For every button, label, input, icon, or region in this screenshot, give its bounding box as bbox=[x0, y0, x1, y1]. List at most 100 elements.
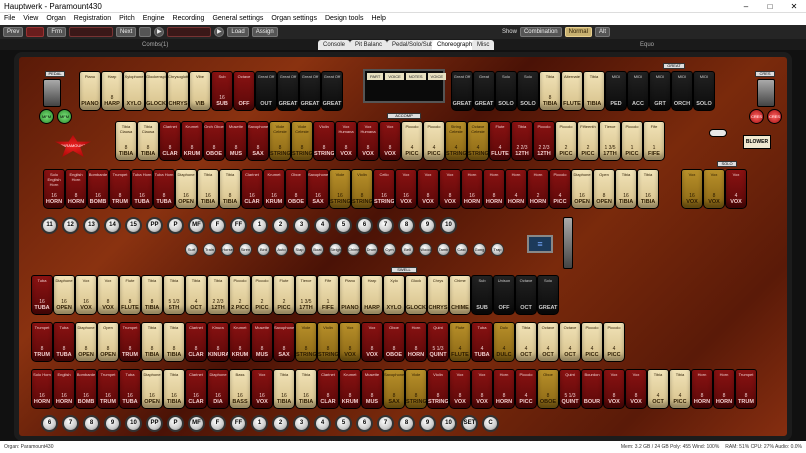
stop-tab[interactable]: Tibia 4 PICC bbox=[669, 369, 691, 409]
stop-tab[interactable]: Glock GLOCK bbox=[405, 275, 427, 315]
piston-button[interactable]: 8 bbox=[83, 415, 100, 432]
stop-tab[interactable]: Clarinet 8 CLAR bbox=[159, 121, 181, 161]
stop-tab[interactable]: Violin 8 STRING bbox=[317, 322, 339, 362]
combination-button[interactable]: Combination bbox=[519, 27, 562, 37]
stop-tab[interactable]: Tibia 5 1/3 5TH bbox=[163, 275, 185, 315]
piston-button[interactable]: 5 bbox=[335, 415, 352, 432]
stop-tab[interactable]: Tuba 4 TUBA bbox=[471, 322, 493, 362]
toe-stud[interactable]: Wood bbox=[419, 243, 432, 256]
piston-button[interactable]: 5 bbox=[335, 217, 352, 234]
toe-stud[interactable]: Sleigh bbox=[329, 243, 342, 256]
stop-tab[interactable]: Trumpet 8 TRUM bbox=[31, 322, 53, 362]
piston-button[interactable]: 1 bbox=[251, 217, 268, 234]
stop-tab[interactable]: Orch Oboe 8 OBOE bbox=[203, 121, 225, 161]
stop-tab[interactable]: Vox 8 VOX bbox=[379, 121, 401, 161]
stop-tab[interactable]: Vox 16 VOX bbox=[395, 169, 417, 209]
piston-button[interactable]: MF bbox=[188, 217, 205, 234]
crescendo-shoe[interactable] bbox=[757, 79, 775, 107]
piston-button[interactable]: FF bbox=[230, 415, 247, 432]
stop-tab[interactable]: Tibia Clausa 8 TIBIA bbox=[115, 121, 137, 161]
stop-tab[interactable]: Saxophone 8 SAX bbox=[273, 322, 295, 362]
stop-tab[interactable]: Clarinet 16 CLAR bbox=[185, 369, 207, 409]
piston-button[interactable]: SET bbox=[461, 415, 478, 432]
stop-tab[interactable]: Great Off GREAT bbox=[277, 71, 299, 111]
piston-button[interactable]: 11 bbox=[41, 217, 58, 234]
stop-tab[interactable]: Quint 5 1/3 QUINT bbox=[559, 369, 581, 409]
piston-button[interactable]: 3 bbox=[293, 415, 310, 432]
menu-item[interactable]: Recording bbox=[169, 13, 209, 25]
stop-tab[interactable]: Tibia 8 TIBIA bbox=[539, 71, 561, 111]
piston-button[interactable]: 2 bbox=[272, 217, 289, 234]
stop-tab[interactable]: Musette 8 MUS bbox=[361, 369, 383, 409]
stop-tab[interactable]: Horn 4 HORN bbox=[505, 169, 527, 209]
stop-tab[interactable]: Tuba Horn 8 TUBA bbox=[153, 169, 175, 209]
stop-tab[interactable]: Flute 2 PICC bbox=[273, 275, 295, 315]
stop-tab[interactable]: Tibia 8 TIBIA bbox=[219, 169, 241, 209]
stop-tab[interactable]: Tibia 16 TIBIA bbox=[163, 369, 185, 409]
stop-tab[interactable]: Vox 8 VOX bbox=[449, 369, 471, 409]
close-icon[interactable]: ✕ bbox=[782, 0, 806, 12]
load-button[interactable]: Load bbox=[227, 27, 249, 37]
stop-tab[interactable]: Bass 16 BASS bbox=[229, 369, 251, 409]
menu-item[interactable]: Engine bbox=[139, 13, 169, 25]
expression-shoe[interactable] bbox=[43, 79, 61, 107]
stop-tab[interactable]: Tierce 1 3/5 17TH bbox=[599, 121, 621, 161]
stop-tab[interactable]: Vox 8 VOX bbox=[471, 369, 493, 409]
stop-tab[interactable]: Piccolo 2 2/3 12TH bbox=[533, 121, 555, 161]
mfm-button-2[interactable]: MFM bbox=[57, 109, 72, 124]
stop-tab[interactable]: Tuba 16 TUBA bbox=[119, 369, 141, 409]
stop-tab[interactable]: Solo GREAT bbox=[537, 275, 559, 315]
stop-tab[interactable]: Piccolo 2 2 PICC bbox=[229, 275, 251, 315]
stop-tab[interactable]: Saxophone 8 SAX bbox=[383, 369, 405, 409]
stop-tab[interactable]: Solo SOLO bbox=[495, 71, 517, 111]
menu-item[interactable]: Registration bbox=[70, 13, 115, 25]
stop-tab[interactable]: Vox 8 VOX bbox=[361, 322, 383, 362]
stop-tab[interactable]: Vox 8 VOX bbox=[603, 369, 625, 409]
stop-tab[interactable]: Tibia TIBIA bbox=[583, 71, 605, 111]
stop-tab[interactable]: Great Off GREAT bbox=[299, 71, 321, 111]
stop-tab[interactable]: Bourdon BOUR bbox=[581, 369, 603, 409]
stop-tab[interactable]: Diaphone 16 OPEN bbox=[175, 169, 197, 209]
piston-button[interactable]: 10 bbox=[440, 217, 457, 234]
cres-button-2[interactable]: CRES bbox=[767, 109, 782, 124]
stop-tab[interactable]: Vox 16 VOX bbox=[251, 369, 273, 409]
toe-stud[interactable]: Boat bbox=[311, 243, 324, 256]
stop-tab[interactable]: Vox 16 VOX bbox=[75, 275, 97, 315]
combination-field[interactable] bbox=[69, 27, 114, 37]
stop-tab[interactable]: MIDI ACC bbox=[627, 71, 649, 111]
stop-tab[interactable]: MIDI PED bbox=[605, 71, 627, 111]
swell-indicator[interactable] bbox=[563, 217, 573, 269]
assign-button[interactable]: Assign bbox=[251, 27, 278, 37]
tab-pit-balance[interactable]: Pit Balanc bbox=[350, 40, 388, 50]
toe-stud[interactable]: Chime bbox=[347, 243, 360, 256]
stop-tab[interactable]: Piccolo 4 PICC bbox=[549, 169, 571, 209]
mfm-button-1[interactable]: MFM bbox=[39, 109, 54, 124]
stop-tab[interactable]: Viole Celeste 8 STRING bbox=[291, 121, 313, 161]
stop-tab[interactable]: Vox Humana 8 VOX bbox=[357, 121, 379, 161]
piston-button[interactable]: 8 bbox=[398, 415, 415, 432]
stop-tab[interactable]: MIDI ORCH bbox=[671, 71, 693, 111]
stop-tab[interactable]: Tuba Horn 16 TUBA bbox=[131, 169, 153, 209]
stop-tab[interactable]: Diaphone 16 DIA bbox=[207, 369, 229, 409]
menu-item[interactable]: Pitch bbox=[115, 13, 139, 25]
stop-tab[interactable]: Open 8 OPEN bbox=[593, 169, 615, 209]
toe-stud[interactable]: Drum bbox=[365, 243, 378, 256]
toe-stud[interactable]: Slap bbox=[293, 243, 306, 256]
toe-stud[interactable]: Trap bbox=[491, 243, 504, 256]
stop-tab[interactable]: Chrys CHRYS bbox=[427, 275, 449, 315]
stop-tab[interactable]: Viole 16 STRING bbox=[329, 169, 351, 209]
piston-button[interactable]: 2 bbox=[272, 415, 289, 432]
stop-tab[interactable]: Octave OFF bbox=[233, 71, 255, 111]
stop-tab[interactable]: Piccolo 4 PICC bbox=[515, 369, 537, 409]
stop-tab[interactable]: Tibia 16 TIBIA bbox=[197, 169, 219, 209]
stop-tab[interactable]: Kinura 8 KINURA bbox=[207, 322, 229, 362]
stop-tab[interactable]: Vox 8 VOX bbox=[439, 169, 461, 209]
piston-button[interactable]: FF bbox=[230, 217, 247, 234]
normal-button[interactable]: Normal bbox=[564, 27, 592, 37]
stop-tab[interactable]: Saxophone 8 SAX bbox=[247, 121, 269, 161]
stop-tab[interactable]: Tibia Clausa 8 TIBIA bbox=[137, 121, 159, 161]
stop-tab[interactable]: Harp HARP bbox=[361, 275, 383, 315]
piston-button[interactable]: PP bbox=[146, 217, 163, 234]
stop-tab[interactable]: Piccolo 4 PICC bbox=[401, 121, 423, 161]
stop-tab[interactable]: Alternate FLUTE bbox=[561, 71, 583, 111]
